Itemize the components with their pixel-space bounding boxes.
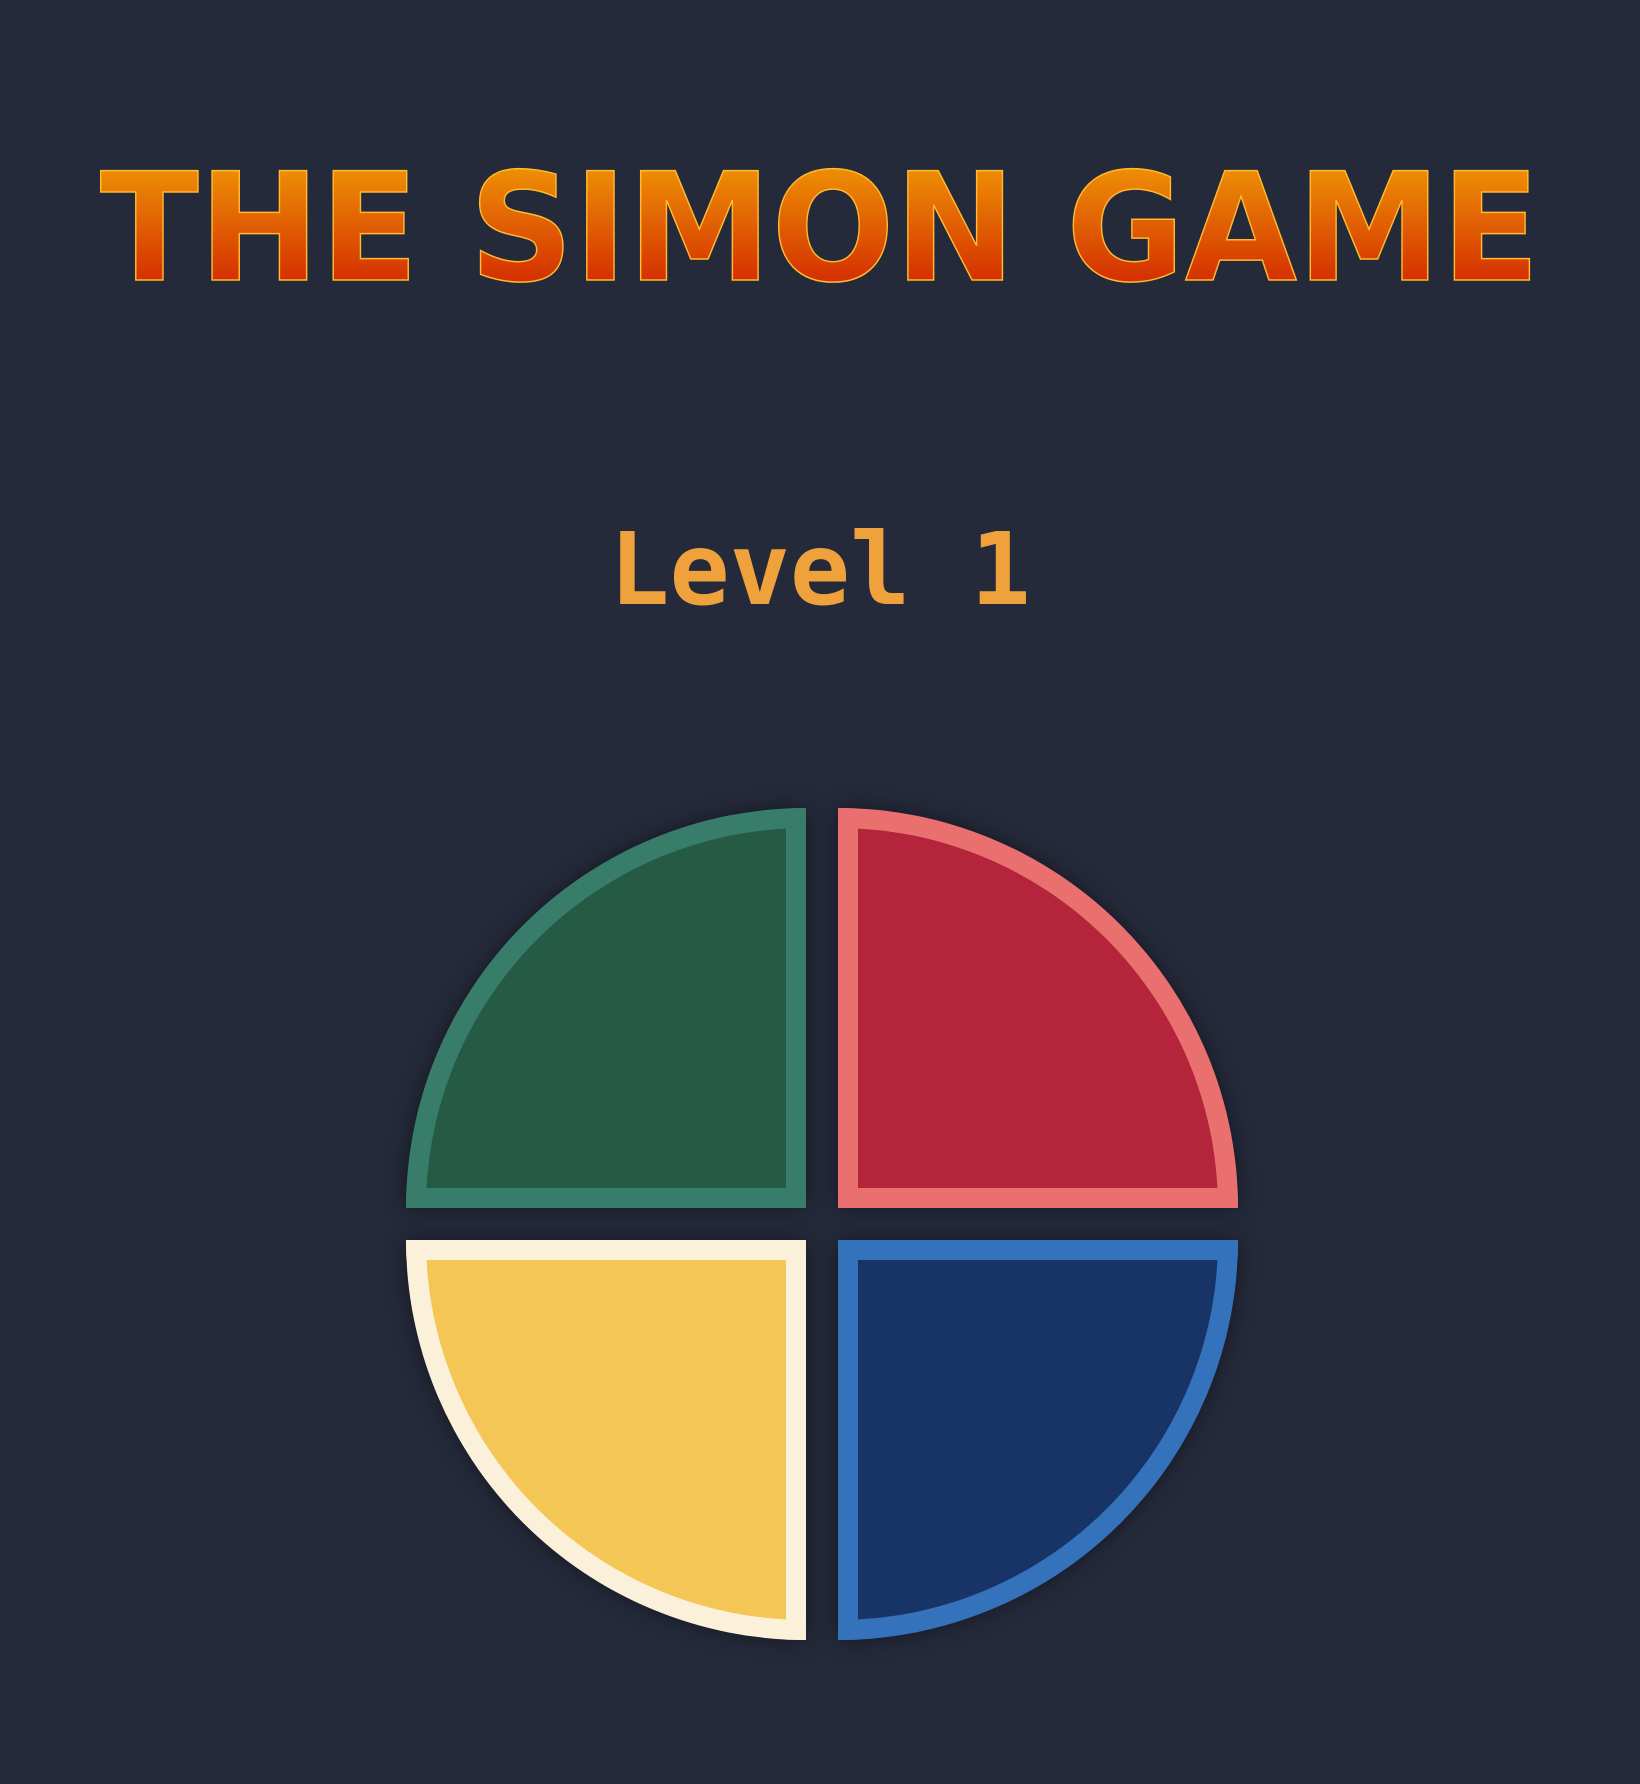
green-pad-button[interactable] [406,808,806,1208]
red-pad-button[interactable] [838,808,1238,1208]
blue-pad-button[interactable] [838,1240,1238,1640]
yellow-pad-button[interactable] [406,1240,806,1640]
level-indicator: Level 1 [609,511,1031,628]
game-title-text: THE SIMON GAME [100,142,1540,300]
game-title: THE SIMON GAME [0,130,1640,300]
